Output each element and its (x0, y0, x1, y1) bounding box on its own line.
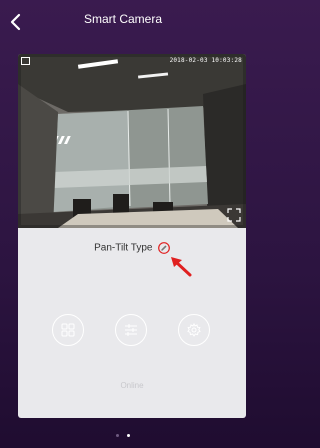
page-dot-1[interactable] (115, 434, 119, 437)
device-card: 2018-02-03 10:03:28 Pan-Tilt Type Online (18, 54, 246, 418)
edit-pencil-icon[interactable] (158, 241, 170, 254)
camera-preview[interactable]: 2018-02-03 10:03:28 (18, 54, 246, 228)
page-dot-2-active[interactable] (127, 434, 131, 437)
video-timestamp: 2018-02-03 10:03:28 (169, 57, 242, 64)
grid-icon (61, 323, 75, 337)
adjust-button[interactable] (115, 314, 147, 346)
ptz-type-label: Pan-Tilt Type (94, 242, 153, 254)
pointer-arrow-icon (171, 257, 192, 277)
app-header: Smart Camera (0, 0, 246, 42)
sliders-icon (125, 324, 137, 336)
camera-feed-image (18, 54, 246, 228)
grid-view-button[interactable] (52, 314, 84, 346)
settings-button[interactable] (178, 314, 210, 346)
fullscreen-icon[interactable] (227, 208, 241, 222)
status-text: Online (120, 381, 144, 390)
ptz-type-row: Pan-Tilt Type (18, 239, 246, 255)
gear-icon (187, 323, 201, 337)
camera-badge-icon (21, 57, 30, 65)
page-indicator (0, 424, 246, 442)
page-title: Smart Camera (83, 12, 163, 26)
